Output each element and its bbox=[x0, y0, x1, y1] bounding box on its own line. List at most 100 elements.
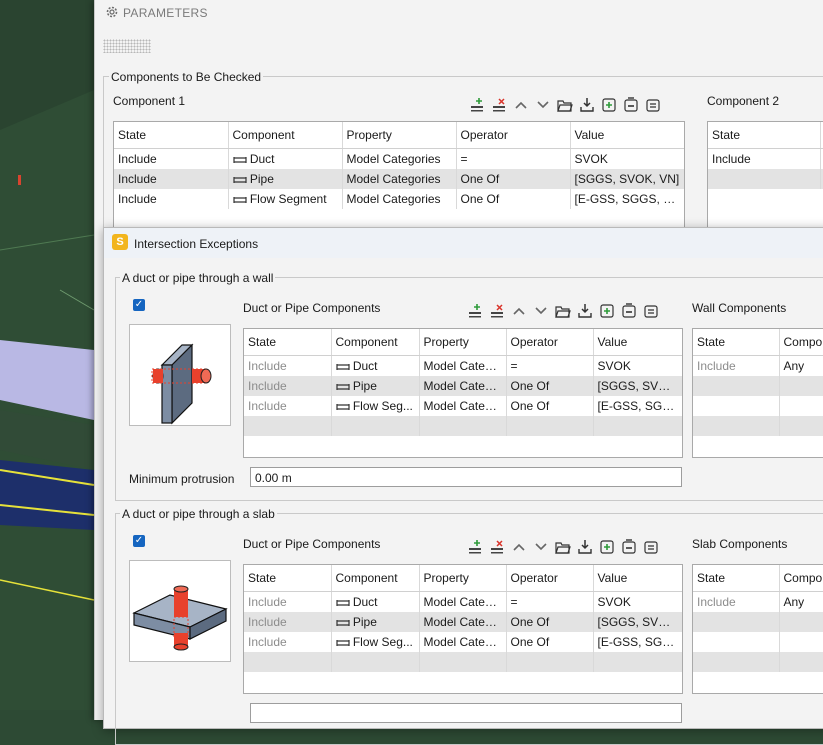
drag-handle[interactable] bbox=[103, 39, 151, 53]
state-cell[interactable]: Include bbox=[693, 591, 780, 612]
value-cell[interactable]: [E-GSS, SGGS, SVO... bbox=[570, 189, 684, 209]
delete-row-icon[interactable] bbox=[489, 539, 505, 555]
column-header[interactable]: State bbox=[693, 329, 780, 356]
component-cell[interactable]: Flow Seg... bbox=[331, 396, 420, 416]
table-row[interactable]: Include Duct Model Catego... = SVOK bbox=[244, 355, 682, 376]
table-row[interactable]: Include Pipe Model Catego... One Of [SGG… bbox=[244, 376, 682, 396]
value-cell[interactable]: [SGGS, SVOK, ... bbox=[593, 612, 682, 632]
state-cell[interactable]: Include bbox=[244, 591, 332, 612]
component-cell[interactable]: Pipe bbox=[228, 169, 343, 189]
state-cell[interactable]: Include bbox=[114, 189, 229, 209]
table-row[interactable]: Include Flow Segment Model Categories On… bbox=[114, 189, 684, 209]
column-header[interactable]: Compo bbox=[779, 565, 823, 592]
state-cell[interactable]: Include bbox=[244, 355, 332, 376]
move-up-icon[interactable] bbox=[511, 303, 527, 319]
move-up-icon[interactable] bbox=[511, 539, 527, 555]
column-header[interactable]: Property bbox=[342, 122, 457, 149]
column-header[interactable]: State bbox=[693, 565, 780, 592]
component-cell[interactable]: Flow Segment bbox=[228, 189, 343, 209]
table-row[interactable]: Include Pipe Model Categories One Of [SG… bbox=[114, 169, 684, 189]
property-cell[interactable]: Model Catego... bbox=[419, 396, 507, 416]
component-cell[interactable]: Any bbox=[779, 591, 823, 612]
value-cell[interactable]: [SGGS, SVOK, VN] bbox=[570, 169, 684, 189]
component-cell[interactable]: Flow Seg... bbox=[331, 632, 420, 652]
column-header[interactable]: Value bbox=[570, 122, 684, 149]
clear-icon[interactable] bbox=[645, 97, 661, 113]
state-cell[interactable]: Include bbox=[244, 396, 332, 416]
value-cell[interactable]: SVOK bbox=[570, 148, 684, 169]
column-header[interactable]: State bbox=[244, 565, 332, 592]
delete-row-icon[interactable] bbox=[489, 303, 505, 319]
value-cell[interactable]: [E-GSS, SGGS, ... bbox=[593, 632, 682, 652]
open-folder-icon[interactable] bbox=[555, 303, 571, 319]
column-header[interactable]: State bbox=[708, 122, 821, 149]
table-row[interactable]: Include Flow Seg... Model Catego... One … bbox=[244, 632, 682, 652]
slab-protrusion-input[interactable] bbox=[250, 703, 682, 723]
column-header[interactable]: Operator bbox=[456, 122, 571, 149]
column-header[interactable]: State bbox=[244, 329, 332, 356]
column-header[interactable]: Operator bbox=[506, 329, 594, 356]
remove-group-icon[interactable] bbox=[621, 539, 637, 555]
component-cell[interactable]: Duct bbox=[331, 591, 420, 612]
table-row[interactable]: Include Duct Model Catego... = SVOK bbox=[244, 591, 682, 612]
operator-cell[interactable]: One Of bbox=[506, 396, 594, 416]
state-cell[interactable]: Include bbox=[244, 612, 332, 632]
column-header[interactable]: Property bbox=[419, 565, 507, 592]
operator-cell[interactable]: One Of bbox=[456, 189, 571, 209]
column-header[interactable]: Operator bbox=[506, 565, 594, 592]
add-group-icon[interactable] bbox=[601, 97, 617, 113]
table-row[interactable]: Include Any bbox=[693, 355, 823, 376]
add-row-icon[interactable] bbox=[469, 97, 485, 113]
state-cell[interactable]: Include bbox=[244, 632, 332, 652]
operator-cell[interactable]: One Of bbox=[506, 376, 594, 396]
property-cell[interactable]: Model Categories bbox=[342, 148, 457, 169]
operator-cell[interactable]: One Of bbox=[506, 612, 594, 632]
operator-cell[interactable]: = bbox=[506, 591, 594, 612]
property-cell[interactable]: Model Categories bbox=[342, 189, 457, 209]
table-row[interactable]: Include Flow Seg... Model Catego... One … bbox=[244, 396, 682, 416]
component-cell[interactable]: Duct bbox=[228, 148, 343, 169]
protrusion-input[interactable]: 0.00 m bbox=[250, 467, 682, 487]
open-folder-icon[interactable] bbox=[557, 97, 573, 113]
property-cell[interactable]: Model Catego... bbox=[419, 632, 507, 652]
property-cell[interactable]: Model Catego... bbox=[419, 612, 507, 632]
move-down-icon[interactable] bbox=[535, 97, 551, 113]
table-row[interactable]: Include Any bbox=[693, 591, 823, 612]
component-cell[interactable]: Pipe bbox=[331, 376, 420, 396]
move-down-icon[interactable] bbox=[533, 303, 549, 319]
checkbox-icon[interactable]: ✓ bbox=[133, 299, 145, 311]
state-cell[interactable]: Include bbox=[693, 355, 780, 376]
import-icon[interactable] bbox=[579, 97, 595, 113]
operator-cell[interactable]: One Of bbox=[506, 632, 594, 652]
checkbox-icon[interactable]: ✓ bbox=[133, 535, 145, 547]
property-cell[interactable]: Model Catego... bbox=[419, 355, 507, 376]
operator-cell[interactable]: One Of bbox=[456, 169, 571, 189]
property-cell[interactable]: Model Catego... bbox=[419, 376, 507, 396]
state-cell[interactable]: Include bbox=[244, 376, 332, 396]
column-header[interactable]: Value bbox=[593, 329, 682, 356]
column-header[interactable]: Component bbox=[331, 565, 420, 592]
table-row[interactable]: Include Duct Model Categories = SVOK bbox=[114, 148, 684, 169]
property-cell[interactable]: Model Categories bbox=[342, 169, 457, 189]
component-cell[interactable]: Duct bbox=[331, 355, 420, 376]
property-cell[interactable]: Model Catego... bbox=[419, 591, 507, 612]
import-icon[interactable] bbox=[577, 303, 593, 319]
operator-cell[interactable]: = bbox=[456, 148, 571, 169]
table-row[interactable]: Include Pipe Model Catego... One Of [SGG… bbox=[244, 612, 682, 632]
value-cell[interactable]: [E-GSS, SGGS, ... bbox=[593, 396, 682, 416]
value-cell[interactable]: SVOK bbox=[593, 591, 682, 612]
column-header[interactable]: Component bbox=[331, 329, 420, 356]
open-folder-icon[interactable] bbox=[555, 539, 571, 555]
table-row[interactable]: Include bbox=[708, 148, 823, 169]
add-row-icon[interactable] bbox=[467, 539, 483, 555]
state-cell[interactable]: Include bbox=[114, 148, 229, 169]
value-cell[interactable]: [SGGS, SVOK, ... bbox=[593, 376, 682, 396]
remove-group-icon[interactable] bbox=[623, 97, 639, 113]
operator-cell[interactable]: = bbox=[506, 355, 594, 376]
clear-icon[interactable] bbox=[643, 303, 659, 319]
remove-group-icon[interactable] bbox=[621, 303, 637, 319]
add-row-icon[interactable] bbox=[467, 303, 483, 319]
add-group-icon[interactable] bbox=[599, 539, 615, 555]
column-header[interactable]: Component bbox=[228, 122, 343, 149]
component-cell[interactable]: Any bbox=[779, 355, 823, 376]
